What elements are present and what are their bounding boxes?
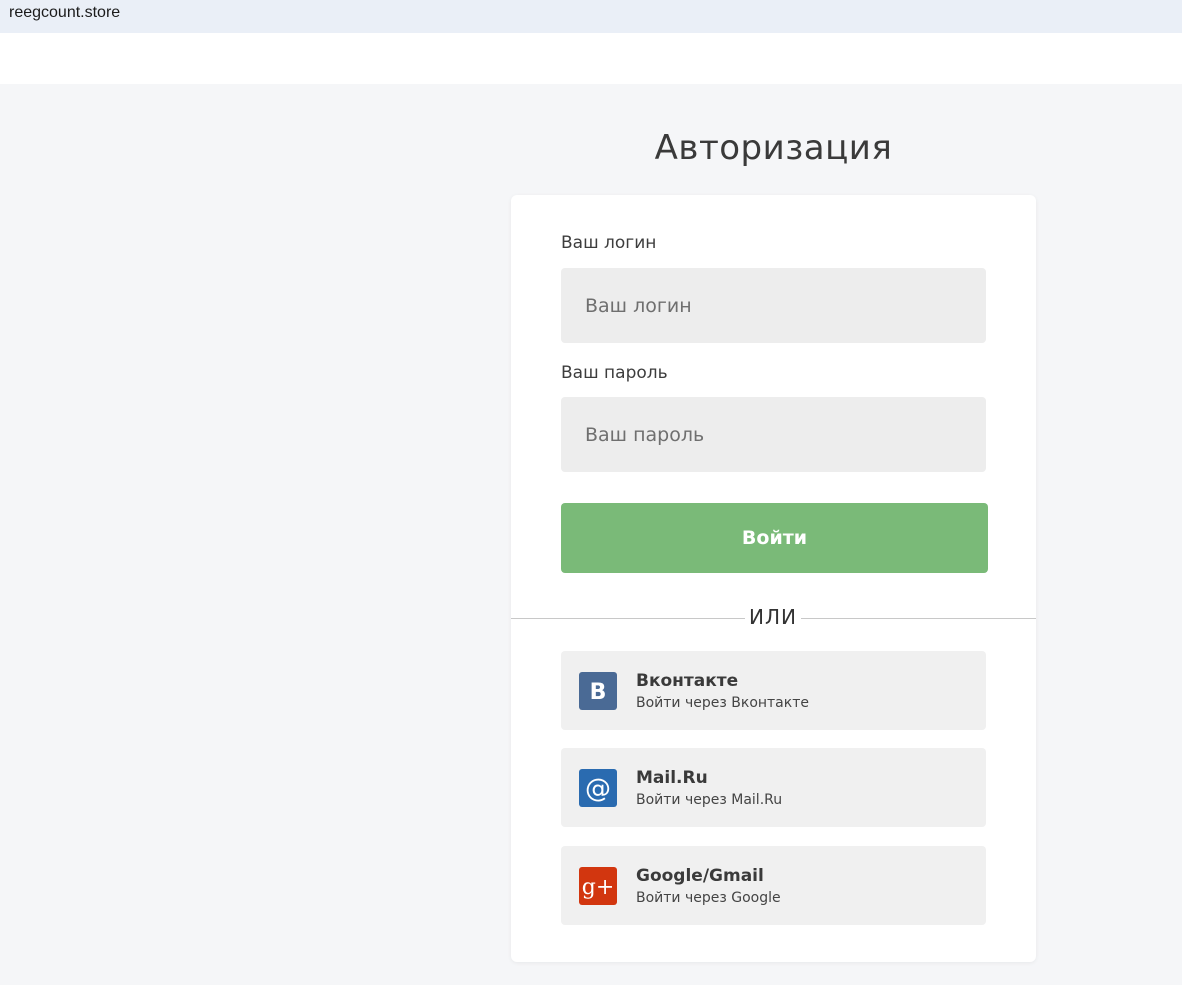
mailru-subtitle: Войти через Mail.Ru xyxy=(636,792,783,808)
svg-text:g+: g+ xyxy=(582,875,615,900)
mailru-icon-glyph: @ xyxy=(585,774,611,804)
password-label: Ваш пароль xyxy=(561,363,668,383)
top-band xyxy=(0,33,1182,84)
login-label: Ваш логин xyxy=(561,233,657,253)
google-plus-icon: g+ xyxy=(579,867,617,905)
divider-text: ИЛИ xyxy=(745,603,801,631)
svg-text:@: @ xyxy=(585,774,611,804)
vk-login-button[interactable]: B Вконтакте Войти через Вконтакте xyxy=(561,651,986,730)
mailru-icon: @ xyxy=(579,769,617,807)
google-name: Google/Gmail xyxy=(636,866,764,886)
google-subtitle: Войти через Google xyxy=(636,890,781,906)
vk-icon: B xyxy=(579,672,617,710)
login-button[interactable]: Войти xyxy=(561,503,988,573)
mailru-name: Mail.Ru xyxy=(636,768,708,788)
password-input[interactable] xyxy=(561,397,986,472)
url-text[interactable]: reegcount.store xyxy=(9,4,120,22)
login-card: Ваш логин Ваш пароль Войти ИЛИ B Вконтак… xyxy=(511,195,1036,962)
mailru-login-button[interactable]: @ Mail.Ru Войти через Mail.Ru xyxy=(561,748,986,827)
google-login-button[interactable]: g+ Google/Gmail Войти через Google xyxy=(561,846,986,925)
svg-text:B: B xyxy=(590,680,607,705)
address-bar[interactable]: reegcount.store xyxy=(0,0,1182,33)
vk-subtitle: Войти через Вконтакте xyxy=(636,695,809,711)
page-title: Авторизация xyxy=(654,128,893,168)
vk-name: Вконтакте xyxy=(636,671,739,691)
login-input[interactable] xyxy=(561,268,986,343)
google-plus-icon-glyph: g+ xyxy=(582,875,615,900)
vk-icon-glyph: B xyxy=(590,680,607,705)
